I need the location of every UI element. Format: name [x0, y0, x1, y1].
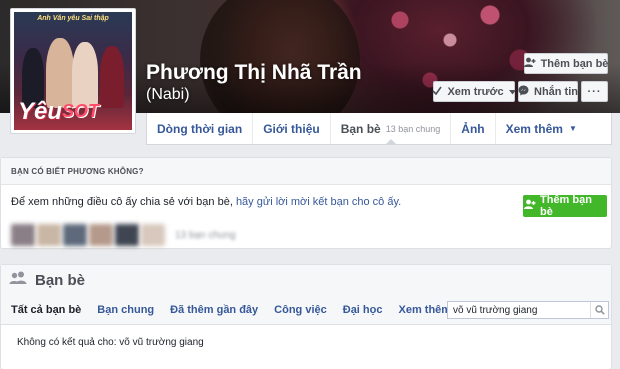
- profile-alternate-name: (Nabi): [146, 86, 190, 103]
- follow-button[interactable]: Xem trước: [432, 81, 516, 102]
- profile-picture[interactable]: Anh Văn yêu Sai thập Yêu SOT: [10, 8, 136, 134]
- no-results-message: Không có kết quả cho: võ vũ trường giang: [17, 337, 204, 348]
- friends-title: Bạn bè: [35, 271, 86, 289]
- tab-timeline[interactable]: Dòng thời gian: [147, 113, 254, 144]
- mutual-friends-count: 13 bạn chung: [385, 123, 441, 134]
- friends-search-box: [447, 301, 609, 319]
- follow-label: Xem trước: [447, 85, 504, 98]
- friends-icon: [9, 271, 27, 290]
- tab-label: Dòng thời gian: [157, 121, 243, 136]
- friend-request-prompt: Để xem những điều cô ấy chia sẻ với bạn …: [11, 196, 401, 208]
- check-icon: [432, 86, 443, 98]
- mutual-friend-avatar[interactable]: [89, 224, 113, 246]
- poster-figure: [72, 42, 98, 108]
- friends-search-input[interactable]: [448, 302, 590, 318]
- add-friend-label: Thêm bạn bè: [540, 57, 609, 70]
- poster-figure: [100, 46, 124, 108]
- subtab-mutual-friends[interactable]: Bạn chung: [97, 304, 154, 316]
- messenger-icon: [518, 85, 529, 99]
- profile-page: Phương Thị Nhã Trần (Nabi) Thêm bạn bè X…: [0, 0, 620, 369]
- tab-label: Xem thêm: [505, 121, 563, 136]
- mutual-friend-avatar[interactable]: [37, 224, 61, 246]
- mutual-friend-avatar[interactable]: [115, 224, 139, 246]
- chevron-down-icon: ▼: [568, 124, 577, 133]
- mutual-friend-avatar[interactable]: [63, 224, 87, 246]
- add-friend-button[interactable]: Thêm bạn bè: [523, 53, 609, 74]
- tab-more[interactable]: Xem thêm ▼: [496, 113, 587, 144]
- profile-tab-bar: Dòng thời gian Giới thiệu Bạn bè 13 bạn …: [146, 113, 612, 145]
- profile-name[interactable]: Phương Thị Nhã Trần: [146, 61, 362, 85]
- tab-about[interactable]: Giới thiệu: [253, 113, 331, 144]
- do-you-know-header: BẠN CÓ BIẾT PHƯƠNG KHÔNG?: [1, 158, 611, 185]
- subtab-college[interactable]: Đại học: [343, 304, 383, 316]
- tab-label: Bạn bè: [340, 121, 381, 136]
- poster-tagline: Anh Văn yêu Sai thập: [37, 15, 109, 22]
- search-icon[interactable]: [590, 302, 608, 318]
- friends-section: Bạn bè Tất cả bạn bè Bạn chung Đã thêm g…: [0, 264, 612, 369]
- add-friend-icon: [524, 199, 536, 213]
- movie-poster-image: Anh Văn yêu Sai thập Yêu SOT: [14, 12, 132, 130]
- subtab-all-friends[interactable]: Tất cả bạn bè: [11, 304, 81, 316]
- subtab-work[interactable]: Công việc: [274, 304, 327, 316]
- mutual-friends-strip[interactable]: 13 bạn chung: [11, 224, 236, 246]
- mutual-friend-avatar[interactable]: [11, 224, 35, 246]
- tab-label: Giới thiệu: [263, 121, 320, 136]
- poster-title-main: Yêu: [18, 98, 63, 125]
- tab-label: Ảnh: [461, 121, 485, 136]
- mutual-friends-count: 13 bạn chung: [175, 229, 236, 241]
- subtab-more[interactable]: Xem thêm: [398, 304, 451, 316]
- more-options-button[interactable]: ···: [581, 81, 608, 102]
- add-friend-icon: [523, 57, 536, 71]
- friends-header: Bạn bè: [1, 265, 611, 295]
- subtab-recently-added[interactable]: Đã thêm gần đây: [170, 304, 258, 316]
- send-friend-request-link[interactable]: hãy gửi lời mời kết bạn cho cô ấy.: [236, 196, 401, 208]
- friends-subtabs: Tất cả bạn bè Bạn chung Đã thêm gần đây …: [1, 295, 611, 325]
- prompt-text: Để xem những điều cô ấy chia sẻ với bạn …: [11, 196, 236, 208]
- message-label: Nhắn tin: [534, 85, 578, 98]
- tab-photos[interactable]: Ảnh: [451, 113, 496, 144]
- chevron-down-icon: [508, 86, 516, 98]
- tab-friends[interactable]: Bạn bè 13 bạn chung: [331, 113, 452, 145]
- do-you-know-box: BẠN CÓ BIẾT PHƯƠNG KHÔNG? Để xem những đ…: [0, 157, 612, 249]
- add-friend-label: Thêm bạn bè: [540, 194, 592, 218]
- add-friend-green-button[interactable]: Thêm bạn bè: [523, 194, 607, 218]
- mutual-friend-avatar[interactable]: [141, 224, 165, 246]
- message-button[interactable]: Nhắn tin: [518, 81, 578, 102]
- poster-title-sub: SOT: [62, 101, 100, 121]
